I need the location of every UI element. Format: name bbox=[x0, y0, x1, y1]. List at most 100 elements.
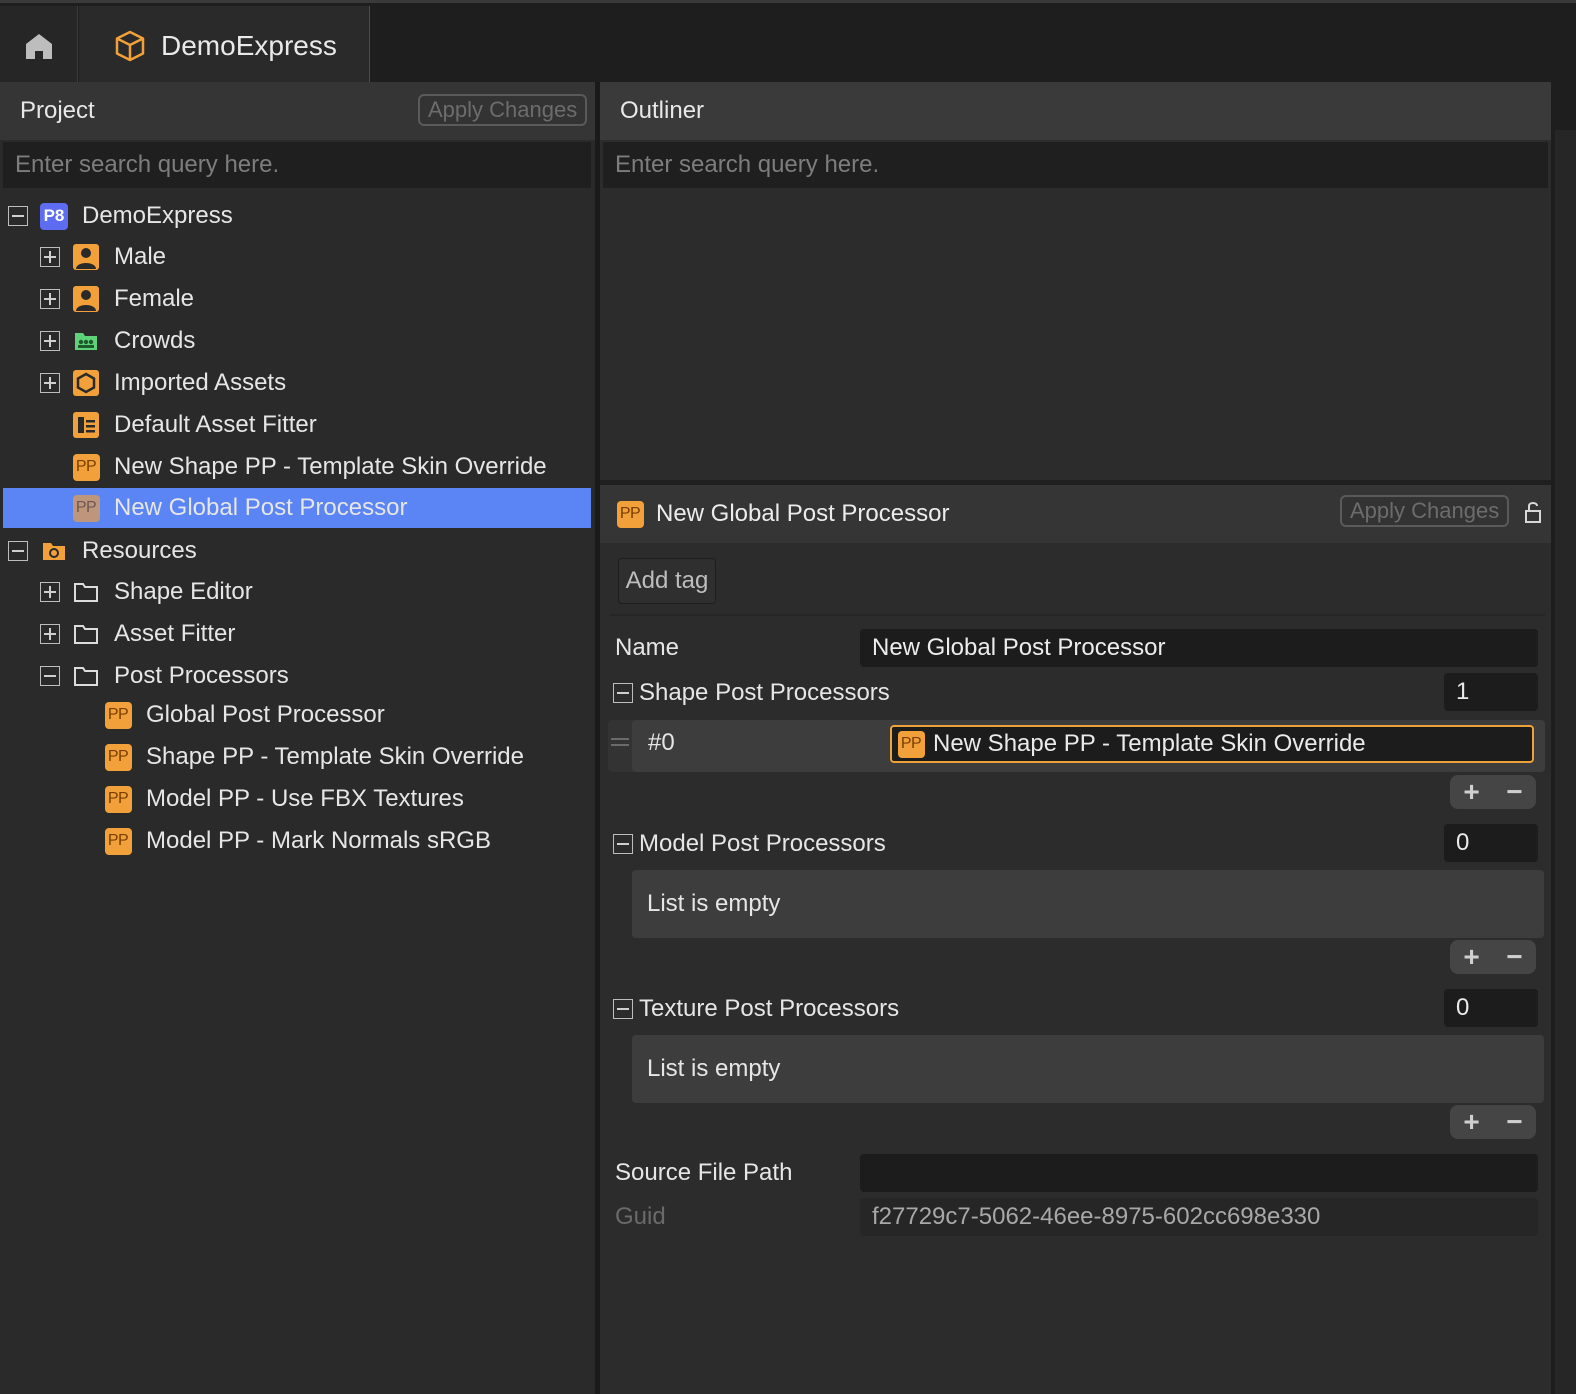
tree-item-label: Female bbox=[114, 285, 195, 312]
pp-icon: PP bbox=[72, 453, 100, 481]
pp-icon: PP bbox=[104, 743, 132, 771]
collapse-toggle[interactable] bbox=[8, 541, 28, 561]
expand-toggle[interactable] bbox=[40, 331, 60, 351]
source-file-path-label: Source File Path bbox=[615, 1159, 793, 1186]
texture-pp-count[interactable]: 0 bbox=[1444, 989, 1538, 1027]
model-pp-count[interactable]: 0 bbox=[1444, 824, 1538, 862]
tree-item-new-shape-pp[interactable]: PP New Shape PP - Template Skin Override bbox=[72, 447, 591, 487]
model-pp-header[interactable]: Model Post Processors bbox=[613, 830, 886, 858]
drag-handle-icon[interactable] bbox=[611, 736, 629, 748]
expand-toggle[interactable] bbox=[40, 582, 60, 602]
crowd-icon bbox=[72, 327, 100, 355]
tree-item-global-post-processor[interactable]: PP Global Post Processor bbox=[104, 695, 591, 735]
texture-pp-add-remove: + − bbox=[1450, 1105, 1536, 1139]
tree-item-demoexpress[interactable]: P8 DemoExpress bbox=[8, 196, 591, 236]
tree-item-female[interactable]: Female bbox=[40, 279, 591, 319]
tree-item-label: Crowds bbox=[114, 327, 196, 354]
remove-item-button[interactable]: − bbox=[1493, 775, 1536, 809]
pp-icon: PP bbox=[897, 730, 925, 758]
tree-item-shape-pp-template-skin-override[interactable]: PP Shape PP - Template Skin Override bbox=[104, 737, 591, 777]
tree-item-asset-fitter[interactable]: Asset Fitter bbox=[40, 614, 591, 654]
right-dock-strip bbox=[1551, 82, 1576, 1394]
collapse-toggle[interactable] bbox=[40, 666, 60, 686]
shape-pp-header[interactable]: Shape Post Processors bbox=[613, 679, 890, 707]
tree-item-label: Resources bbox=[82, 537, 197, 564]
reference-value: New Shape PP - Template Skin Override bbox=[933, 730, 1366, 757]
collapse-toggle[interactable] bbox=[8, 206, 28, 226]
p8-project-icon: P8 bbox=[40, 202, 68, 230]
tree-item-male[interactable]: Male bbox=[40, 237, 591, 277]
outliner-header: Outliner bbox=[600, 82, 1551, 140]
tree-item-resources[interactable]: Resources bbox=[8, 531, 591, 571]
list-item-index: #0 bbox=[648, 729, 675, 756]
tree-item-imported-assets[interactable]: Imported Assets bbox=[40, 363, 591, 403]
tree-item-default-asset-fitter[interactable]: Default Asset Fitter bbox=[72, 405, 591, 445]
model-pp-add-remove: + − bbox=[1450, 940, 1536, 974]
collapse-toggle[interactable] bbox=[613, 834, 633, 854]
tree-item-label: New Global Post Processor bbox=[114, 494, 408, 521]
tree-item-label: Default Asset Fitter bbox=[114, 411, 317, 438]
resources-folder-icon bbox=[40, 537, 68, 565]
tree-item-label: New Shape PP - Template Skin Override bbox=[114, 453, 547, 480]
document-tab[interactable]: DemoExpress bbox=[79, 6, 370, 85]
source-file-path-field[interactable] bbox=[860, 1154, 1538, 1192]
texture-pp-header[interactable]: Texture Post Processors bbox=[613, 995, 899, 1023]
folder-icon bbox=[72, 578, 100, 606]
add-tag-button[interactable]: Add tag bbox=[618, 558, 716, 604]
expand-toggle[interactable] bbox=[40, 624, 60, 644]
pp-icon: PP bbox=[72, 494, 100, 522]
tree-item-shape-editor[interactable]: Shape Editor bbox=[40, 572, 591, 612]
tree-item-label: Shape Editor bbox=[114, 578, 253, 605]
expand-toggle[interactable] bbox=[40, 247, 60, 267]
tree-item-label: Global Post Processor bbox=[146, 701, 385, 728]
add-item-button[interactable]: + bbox=[1450, 940, 1493, 974]
tree-item-label: Post Processors bbox=[114, 662, 289, 689]
tree-item-model-pp-use-fbx-textures[interactable]: PP Model PP - Use FBX Textures bbox=[104, 779, 591, 819]
unlock-icon[interactable] bbox=[1524, 500, 1542, 524]
outliner-search-input[interactable]: Enter search query here. bbox=[603, 142, 1548, 188]
collapse-toggle[interactable] bbox=[613, 683, 633, 703]
texture-pp-empty-list: List is empty bbox=[632, 1035, 1544, 1103]
expand-toggle[interactable] bbox=[40, 289, 60, 309]
tree-item-post-processors[interactable]: Post Processors bbox=[40, 656, 591, 696]
name-field[interactable]: New Global Post Processor bbox=[860, 629, 1538, 667]
remove-item-button[interactable]: − bbox=[1493, 940, 1536, 974]
home-tab[interactable] bbox=[0, 6, 78, 85]
texture-pp-label: Texture Post Processors bbox=[639, 995, 900, 1022]
tree-item-model-pp-mark-normals-srgb[interactable]: PP Model PP - Mark Normals sRGB bbox=[104, 821, 591, 861]
document-tab-title: DemoExpress bbox=[161, 29, 337, 61]
name-label: Name bbox=[615, 634, 680, 661]
outliner-title: Outliner bbox=[620, 97, 705, 124]
tree-item-label: Model PP - Use FBX Textures bbox=[146, 785, 464, 812]
character-icon bbox=[72, 285, 100, 313]
project-title: Project bbox=[20, 97, 95, 124]
tree-item-label: Male bbox=[114, 243, 167, 270]
remove-item-button[interactable]: − bbox=[1493, 1105, 1536, 1139]
pp-icon: PP bbox=[104, 701, 132, 729]
character-icon bbox=[72, 243, 100, 271]
collapse-toggle[interactable] bbox=[613, 999, 633, 1019]
inspector-apply-changes-button[interactable]: Apply Changes bbox=[1340, 495, 1510, 527]
model-pp-label: Model Post Processors bbox=[639, 830, 886, 857]
folder-icon bbox=[72, 662, 100, 690]
shape-pp-count[interactable]: 1 bbox=[1444, 673, 1538, 711]
p8-badge: P8 bbox=[40, 202, 68, 230]
add-item-button[interactable]: + bbox=[1450, 775, 1493, 809]
tree-item-label: Shape PP - Template Skin Override bbox=[146, 743, 524, 770]
tree-item-new-global-post-processor[interactable]: PP New Global Post Processor bbox=[3, 488, 591, 528]
scrollbar-track[interactable] bbox=[1555, 130, 1576, 1394]
tree-item-crowds[interactable]: Crowds bbox=[40, 321, 591, 361]
outliner-panel: Outliner Enter search query here. PP New… bbox=[600, 82, 1551, 1394]
pp-icon: PP bbox=[104, 827, 132, 855]
project-search-input[interactable]: Enter search query here. bbox=[3, 142, 591, 188]
shape-pp-label: Shape Post Processors bbox=[639, 679, 890, 706]
pp-icon: PP bbox=[616, 500, 644, 528]
divider bbox=[610, 614, 1545, 616]
shape-pp-reference-field[interactable]: PP New Shape PP - Template Skin Override bbox=[890, 725, 1534, 763]
add-item-button[interactable]: + bbox=[1450, 1105, 1493, 1139]
expand-toggle[interactable] bbox=[40, 373, 60, 393]
project-apply-changes-button[interactable]: Apply Changes bbox=[418, 94, 588, 126]
inspector-title: New Global Post Processor bbox=[656, 500, 950, 527]
model-pp-empty-list: List is empty bbox=[632, 870, 1544, 938]
guid-field: f27729c7-5062-46ee-8975-602cc698e330 bbox=[860, 1198, 1538, 1236]
